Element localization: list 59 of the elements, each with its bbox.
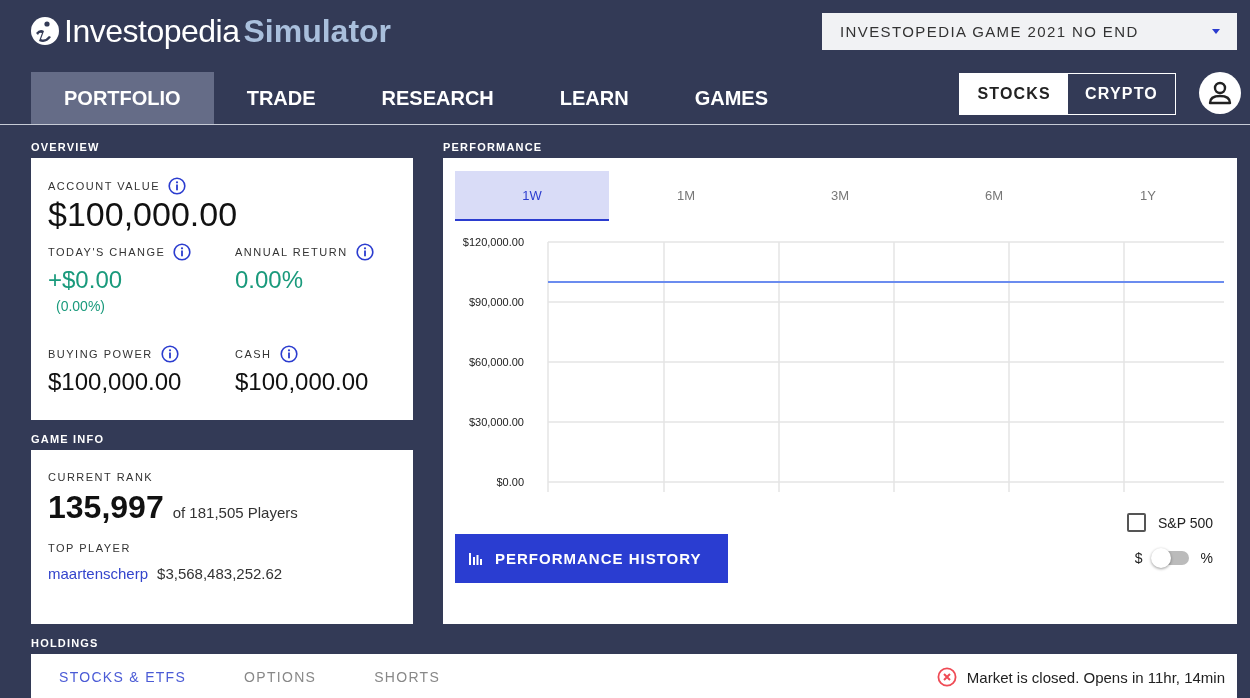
range-tab[interactable]: 1M	[609, 171, 763, 221]
stat-value: +$0.00	[48, 266, 124, 294]
stat-label: ACCOUNT VALUE	[48, 180, 160, 192]
top-player-label: TOP PLAYER	[48, 542, 131, 554]
stat-label: CASH	[235, 348, 272, 360]
game-select[interactable]: INVESTOPEDIA GAME 2021 NO END	[822, 12, 1237, 50]
player-value: $3,568,483,252.62	[157, 565, 283, 582]
axis-tick-label: $90,000.00	[468, 296, 524, 308]
section-title: HOLDINGS	[31, 636, 100, 651]
nav-tab[interactable]: GAMES	[661, 72, 802, 124]
holdings-tab[interactable]: STOCKS & ETFS	[59, 669, 187, 685]
range-tab[interactable]: 1W	[455, 171, 609, 221]
range-tab[interactable]: 6M	[917, 171, 1071, 221]
stat-value: $100,000.00	[48, 368, 183, 396]
nav-tab[interactable]: TRADE	[213, 72, 349, 124]
bar-chart-icon	[469, 552, 483, 565]
section-title: GAME INFO	[31, 432, 106, 447]
rank-label: CURRENT RANK	[48, 471, 154, 483]
switch-label: $	[1134, 550, 1143, 566]
caret-icon	[1212, 28, 1220, 34]
info-icon[interactable]	[160, 345, 179, 363]
info-icon[interactable]	[279, 345, 298, 363]
stat-label: ANNUAL RETURN	[235, 246, 348, 258]
stat-label: BUYING POWER	[48, 348, 153, 360]
nav-tab[interactable]: RESEARCH	[348, 72, 527, 124]
nav-tab[interactable]: LEARN	[526, 72, 662, 124]
player-link[interactable]: maartenscherp	[48, 565, 149, 582]
section-title: PERFORMANCE	[443, 140, 544, 155]
rank-total: of 181,505 Players	[172, 504, 298, 521]
range-tab[interactable]: 1Y	[1071, 171, 1225, 221]
performance-history-button[interactable]: PERFORMANCE HISTORY	[455, 534, 728, 583]
axis-tick-label: $0.00	[496, 476, 524, 488]
switch-label: %	[1200, 550, 1213, 566]
axis-tick-label: $60,000.00	[468, 356, 524, 368]
logo-icon	[30, 16, 60, 46]
info-icon[interactable]	[173, 243, 192, 261]
account-value: $100,000.00	[48, 195, 239, 234]
stat-value: 0.00%	[235, 266, 305, 294]
toggle-switch[interactable]	[1154, 551, 1189, 565]
nav-tab[interactable]: PORTFOLIO	[31, 72, 214, 124]
user-icon[interactable]	[1199, 72, 1241, 114]
axis-tick-label: $30,000.00	[468, 416, 524, 428]
info-icon[interactable]	[168, 177, 186, 195]
market-status: Market is closed. Opens in 11hr, 14min	[966, 668, 1225, 686]
asset-tab[interactable]: STOCKS	[960, 74, 1068, 114]
section-title: OVERVIEW	[31, 140, 101, 155]
stat-label: TODAY'S CHANGE	[48, 246, 166, 258]
rank-value: 135,997	[48, 489, 164, 526]
holdings-tab[interactable]: SHORTS	[374, 669, 441, 685]
stat-value: $100,000.00	[235, 368, 370, 396]
range-tab[interactable]: 3M	[763, 171, 917, 221]
stat-percent: (0.00%)	[56, 298, 107, 314]
checkbox-label: S&P 500	[1158, 514, 1213, 531]
axis-tick-label: $120,000.00	[462, 236, 524, 248]
checkbox[interactable]	[1127, 513, 1146, 532]
logo-text: Investopedia	[64, 12, 240, 50]
logo-text: Simulator	[243, 12, 392, 50]
holdings-tab[interactable]: OPTIONS	[244, 669, 317, 685]
info-icon[interactable]	[355, 243, 374, 261]
